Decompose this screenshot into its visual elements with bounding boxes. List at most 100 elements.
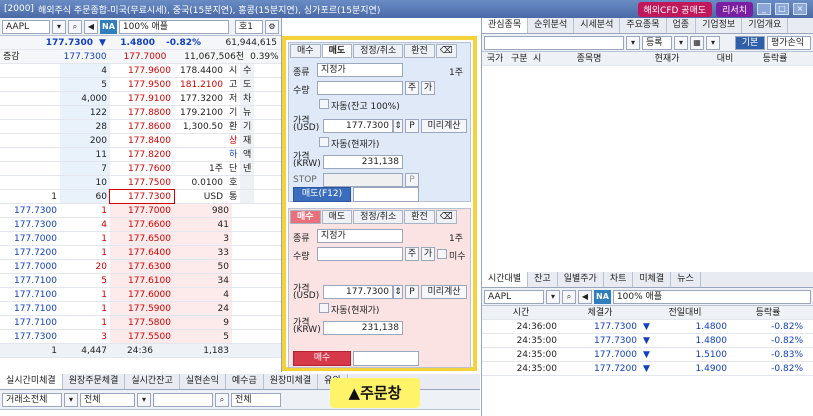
close-icon[interactable]: × [793,3,807,15]
tab-detail[interactable]: 차트 [604,272,634,287]
register-button[interactable]: 등록 [642,35,672,50]
ask-price[interactable]: 177.8800 [110,106,174,119]
tab-watchlist[interactable]: 순위분석 [528,18,575,33]
tab-exchange[interactable]: 환전 [404,210,435,224]
dropdown-icon[interactable]: ▾ [546,289,560,304]
quantity-input[interactable] [317,247,403,261]
exchange-select[interactable]: 거래소전체 [2,392,62,407]
krw-price-input[interactable]: 231,138 [323,155,403,169]
bid-price[interactable]: 177.5900 [110,302,174,315]
symbol-input[interactable]: AAPL [484,289,544,304]
side-label[interactable]: 뉴 [240,106,254,119]
tab-watchlist[interactable]: 기업개요 [742,18,789,33]
filter-select-2[interactable] [153,392,213,407]
speaker-icon[interactable]: ◀ [84,19,98,34]
settings-icon[interactable]: ⚙ [265,19,279,34]
side-label[interactable]: 차 [240,92,254,105]
tab-detail[interactable]: 시간대별 [482,272,529,287]
side-label[interactable]: 액 [240,148,254,161]
search-icon[interactable]: ⌕ [68,19,82,34]
ask-price[interactable]: 177.7500 [110,176,174,189]
clear-icon[interactable]: ⌫ [435,210,457,224]
dropdown-icon[interactable]: ▾ [137,392,151,407]
ask-price[interactable]: 177.9100 [110,92,174,105]
usd-price-input[interactable]: 177.7300 [323,119,393,133]
bid-price[interactable]: 177.5800 [110,316,174,329]
side-label[interactable] [240,190,254,203]
usd-price-input[interactable]: 177.7300 [323,285,393,299]
bid-price[interactable]: 177.5500 [110,330,174,343]
tab-buy[interactable]: 매수 [290,210,321,224]
dropdown-icon[interactable]: ▾ [674,35,688,50]
group-select[interactable] [484,35,624,50]
bid-price[interactable]: 177.6100 [110,274,174,287]
tab-exchange[interactable]: 환전 [404,44,435,58]
filter-select-1[interactable]: 전체 [80,392,135,407]
stop-p-button[interactable]: P [405,173,419,187]
tab-watchlist[interactable]: 업종 [667,18,697,33]
bid-price[interactable]: 177.7000 [110,204,174,217]
share-button[interactable]: 주 [405,81,419,95]
tab-modify-cancel[interactable]: 정정/취소 [353,44,404,58]
ask-price[interactable]: 177.8400 [110,134,174,147]
quantity-input[interactable] [317,81,403,95]
tab-balance[interactable]: 실현손익 [180,374,226,389]
order-type-select[interactable]: 지정가 [317,229,403,243]
p-button[interactable]: P [405,285,419,299]
eval-pl-button[interactable]: 평가손익 [767,35,811,50]
side-label[interactable]: 재 [240,134,254,147]
tick-select[interactable]: 호1 [235,19,263,34]
maximize-icon[interactable]: □ [775,3,789,15]
tab-sell[interactable]: 매도 [321,210,353,224]
dropdown-icon[interactable]: ▾ [706,35,720,50]
precalc-button[interactable]: 미리계산 [421,119,467,133]
ask-price[interactable]: 177.7600 [110,162,174,175]
bid-price[interactable]: 177.6500 [110,232,174,245]
bid-price[interactable]: 177.6300 [110,260,174,273]
bid-price[interactable]: 177.6400 [110,246,174,259]
research-button[interactable]: 리서치 [716,1,753,17]
tab-modify-cancel[interactable]: 정정/취소 [353,210,404,224]
amount-button[interactable]: 가 [421,81,435,95]
search-icon[interactable]: ⌕ [215,392,229,407]
side-label[interactable] [240,176,254,189]
ask-price[interactable]: 177.9500 [110,78,174,91]
bid-price[interactable]: 177.6000 [110,288,174,301]
tab-sell[interactable]: 매도 [321,44,353,58]
dropdown-icon[interactable]: ▾ [52,19,66,34]
tab-detail[interactable]: 미체결 [633,272,672,287]
sell-submit-button[interactable]: 매도(F12) [293,187,351,202]
p-button[interactable]: P [405,119,419,133]
precalc-button[interactable]: 미리계산 [421,285,467,299]
tab-balance[interactable]: 예수금 [226,374,264,389]
tab-balance[interactable]: 실시간잔고 [125,374,180,389]
auto-balance-checkbox[interactable] [319,99,329,109]
tab-balance[interactable]: 원장주문체결 [63,374,126,389]
stop-input[interactable] [323,173,403,187]
share-button[interactable]: 주 [405,247,419,261]
auto-price-checkbox[interactable] [319,303,329,313]
tab-buy[interactable]: 매수 [290,44,321,58]
buy-submit-button[interactable]: 매수 [293,351,351,366]
margin-checkbox[interactable] [437,249,447,259]
grid-icon[interactable]: ▦ [690,35,704,50]
minimize-icon[interactable]: _ [757,3,771,15]
ask-price[interactable]: 177.7300 [109,189,175,204]
tab-watchlist[interactable]: 시세분석 [574,18,621,33]
krw-price-input[interactable]: 231,138 [323,321,403,335]
dropdown-icon[interactable]: ▾ [64,392,78,407]
search-icon[interactable]: ⌕ [562,289,576,304]
side-label[interactable]: 수 [240,64,254,77]
clear-icon[interactable]: ⌫ [435,44,457,58]
basic-view-button[interactable]: 기본 [735,35,765,50]
amount-button[interactable]: 가 [421,247,435,261]
tab-balance[interactable]: 실시간미체결 [0,374,63,389]
ask-price[interactable]: 177.8200 [110,148,174,161]
side-label[interactable]: 기 [240,120,254,133]
side-label[interactable]: 도 [240,78,254,91]
filter-select-3[interactable]: 전체 [231,392,281,407]
tab-watchlist[interactable]: 관심종목 [482,18,529,33]
price-stepper[interactable]: ⇕ [393,285,403,299]
tab-detail[interactable]: 잔고 [528,272,558,287]
dropdown-icon[interactable]: ▾ [626,35,640,50]
